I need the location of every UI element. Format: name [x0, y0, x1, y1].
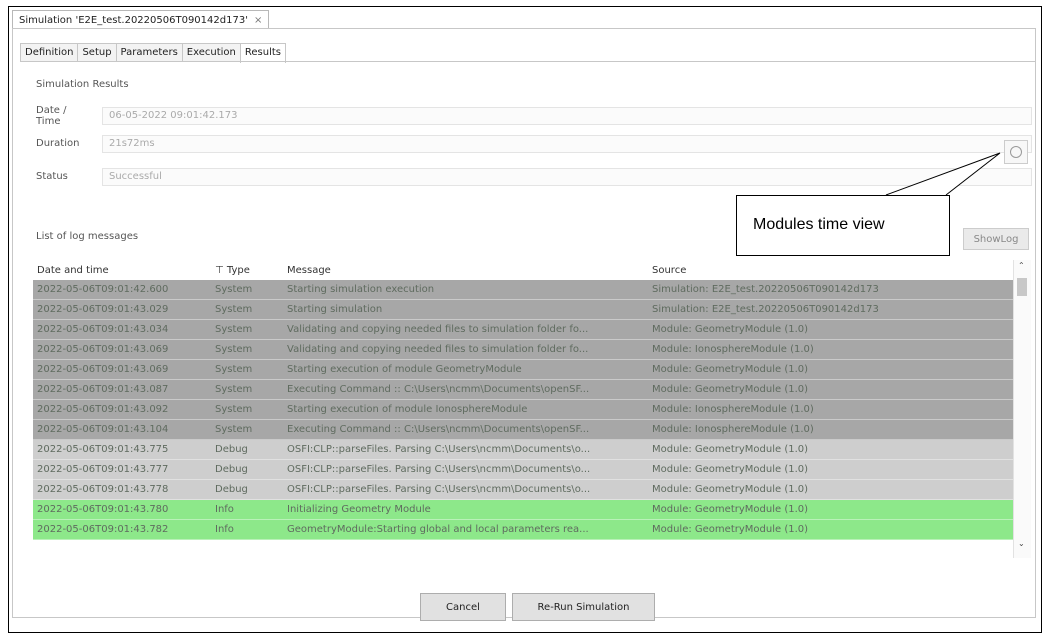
log-date-cell: 2022-05-06T09:01:43.778 — [37, 484, 169, 495]
table-row[interactable]: 2022-05-06T09:01:43.780 Info Initializing … — [33, 500, 1013, 520]
modules-time-view-callout: Modules time view — [736, 195, 950, 256]
table-row[interactable]: 2022-05-06T09:01:43.029 System Starting si… — [33, 300, 1013, 320]
log-type-cell: System — [215, 324, 253, 335]
log-message-cell: Starting simulation — [287, 304, 383, 315]
log-table-header: Date and time ⊤ Type Message Source — [33, 260, 1013, 280]
log-source-cell: Module: GeometryModule (1.0) — [652, 464, 809, 475]
scroll-thumb[interactable] — [1017, 278, 1027, 296]
table-row[interactable]: 2022-05-06T09:01:43.777 Debug OSFI:CLP::pa… — [33, 460, 1013, 480]
log-type-cell: System — [215, 364, 253, 375]
log-message-cell: Initializing Geometry Module — [287, 504, 431, 515]
log-date-cell: 2022-05-06T09:01:43.029 — [37, 304, 169, 315]
log-message-cell: OSFI:CLP::parseFiles. Parsing C:\Users\n… — [287, 444, 591, 455]
log-date-cell: 2022-05-06T09:01:43.775 — [37, 444, 169, 455]
table-row[interactable]: 2022-05-06T09:01:43.034 System Validating … — [33, 320, 1013, 340]
log-message-cell: Executing Command :: C:\Users\ncmm\Docum… — [287, 384, 590, 395]
log-type-cell: Info — [215, 524, 234, 535]
log-date-cell: 2022-05-06T09:01:43.069 — [37, 364, 169, 375]
log-message-cell: Executing Command :: C:\Users\ncmm\Docum… — [287, 424, 590, 435]
log-source-cell: Module: GeometryModule (1.0) — [652, 384, 809, 395]
log-type-cell: Info — [215, 504, 234, 515]
log-source-cell: Module: GeometryModule (1.0) — [652, 324, 809, 335]
log-date-cell: 2022-05-06T09:01:43.104 — [37, 424, 169, 435]
table-row[interactable]: 2022-05-06T09:01:43.069 System Validating … — [33, 340, 1013, 360]
table-row[interactable]: 2022-05-06T09:01:43.087 System Executing C… — [33, 380, 1013, 400]
table-row[interactable]: 2022-05-06T09:01:43.775 Debug OSFI:CLP::pa… — [33, 440, 1013, 460]
log-list-title: List of log messages — [36, 231, 139, 242]
log-type-cell: Debug — [215, 464, 248, 475]
log-source-cell: Module: GeometryModule (1.0) — [652, 484, 809, 495]
log-message-cell: Validating and copying needed files to s… — [287, 324, 589, 335]
log-message-cell: Starting execution of module GeometryMod… — [287, 364, 522, 375]
log-type-cell: System — [215, 304, 253, 315]
log-type-cell: System — [215, 284, 253, 295]
log-date-cell: 2022-05-06T09:01:43.034 — [37, 324, 169, 335]
log-type-cell: Debug — [215, 444, 248, 455]
log-date-cell: 2022-05-06T09:01:43.780 — [37, 504, 169, 515]
log-date-cell: 2022-05-06T09:01:43.782 — [37, 524, 169, 535]
log-source-cell: Module: IonosphereModule (1.0) — [652, 404, 814, 415]
table-row[interactable]: 2022-05-06T09:01:43.782 Info GeometryModul… — [33, 520, 1013, 540]
cancel-button[interactable]: Cancel — [420, 593, 506, 621]
scroll-down-icon[interactable]: ⌄ — [1018, 540, 1026, 548]
log-message-cell: OSFI:CLP::parseFiles. Parsing C:\Users\n… — [287, 484, 591, 495]
show-log-button[interactable]: ShowLog — [963, 228, 1029, 250]
log-date-cell: 2022-05-06T09:01:43.087 — [37, 384, 169, 395]
type-column-label: Type — [226, 264, 250, 276]
log-date-cell: 2022-05-06T09:01:42.600 — [37, 284, 169, 295]
log-type-cell: System — [215, 404, 253, 415]
log-message-cell: GeometryModule:Starting global and local… — [287, 524, 589, 535]
log-date-cell: 2022-05-06T09:01:43.092 — [37, 404, 169, 415]
filter-icon: ⊤ — [215, 264, 224, 276]
log-table: Date and time ⊤ Type Message Source 2022… — [33, 260, 1013, 558]
log-type-cell: System — [215, 344, 253, 355]
log-message-cell: Starting execution of module IonosphereM… — [287, 404, 528, 415]
log-date-cell: 2022-05-06T09:01:43.777 — [37, 464, 169, 475]
log-table-body: 2022-05-06T09:01:42.600 System Starting si… — [33, 280, 1013, 540]
message-column-header[interactable]: Message — [287, 265, 652, 276]
date-column-header[interactable]: Date and time — [33, 265, 215, 276]
log-message-cell: OSFI:CLP::parseFiles. Parsing C:\Users\n… — [287, 464, 591, 475]
table-row[interactable]: 2022-05-06T09:01:43.069 System Starting ex… — [33, 360, 1013, 380]
log-type-cell: Debug — [215, 484, 248, 495]
table-row[interactable]: 2022-05-06T09:01:42.600 System Starting si… — [33, 280, 1013, 300]
log-message-cell: Starting simulation execution — [287, 284, 435, 295]
scroll-up-icon[interactable]: ⌃ — [1018, 262, 1026, 270]
type-column-header[interactable]: ⊤ Type — [215, 265, 287, 276]
log-source-cell: Module: IonosphereModule (1.0) — [652, 424, 814, 435]
log-source-cell: Module: GeometryModule (1.0) — [652, 444, 809, 455]
log-type-cell: System — [215, 384, 253, 395]
log-source-cell: Module: GeometryModule (1.0) — [652, 364, 809, 375]
log-scrollbar[interactable]: ⌃ ⌄ — [1013, 260, 1031, 558]
log-source-cell: Module: GeometryModule (1.0) — [652, 504, 809, 515]
log-type-cell: System — [215, 424, 253, 435]
log-date-cell: 2022-05-06T09:01:43.069 — [37, 344, 169, 355]
log-source-cell: Module: IonosphereModule (1.0) — [652, 344, 814, 355]
log-source-cell: Simulation: E2E_test.20220506T090142d173 — [652, 284, 879, 295]
rerun-simulation-button[interactable]: Re-Run Simulation — [512, 593, 655, 621]
table-row[interactable]: 2022-05-06T09:01:43.778 Debug OSFI:CLP::pa… — [33, 480, 1013, 500]
log-source-cell: Simulation: E2E_test.20220506T090142d173 — [652, 304, 879, 315]
table-row[interactable]: 2022-05-06T09:01:43.104 System Executing C… — [33, 420, 1013, 440]
log-source-cell: Module: GeometryModule (1.0) — [652, 524, 809, 535]
source-column-header[interactable]: Source — [652, 265, 992, 276]
log-message-cell: Validating and copying needed files to s… — [287, 344, 589, 355]
table-row[interactable]: 2022-05-06T09:01:43.092 System Starting ex… — [33, 400, 1013, 420]
callout-text: Modules time view — [753, 216, 885, 233]
